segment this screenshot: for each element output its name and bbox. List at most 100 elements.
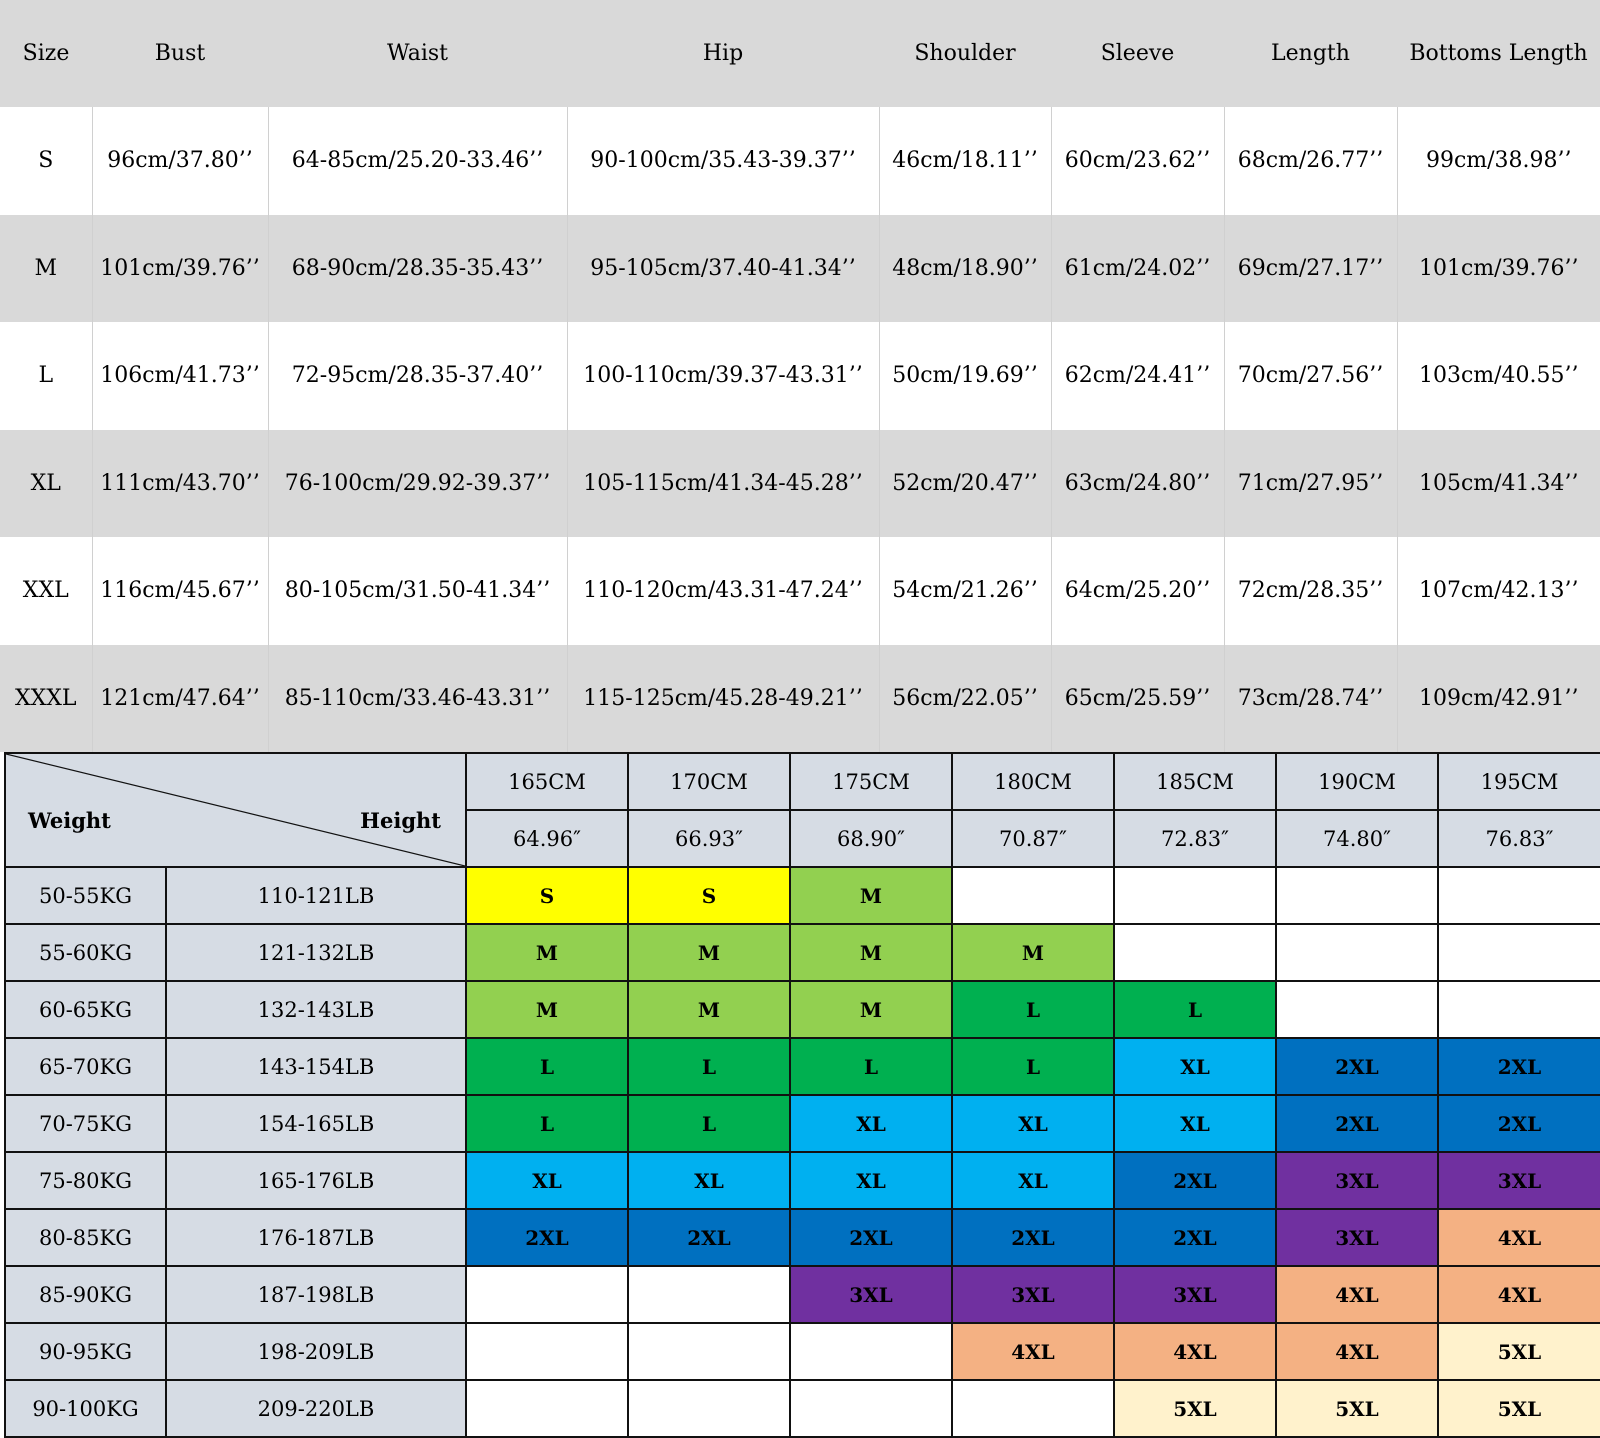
size-recommendation-cell: M (789, 923, 953, 982)
size-recommendation-cell: S (465, 866, 629, 925)
size-recommendation-cell: M (789, 980, 953, 1039)
size-recommendation-cell: 2XL (789, 1208, 953, 1267)
size-label-cell: XXL (0, 537, 92, 645)
measurement-cell: 63cm/24.80’’ (1050, 429, 1224, 537)
size-recommendation-cell (789, 1322, 953, 1381)
height-in-header: 68.90″ (789, 809, 953, 868)
size-recommendation-cell: XL (627, 1151, 791, 1210)
weight-row: 60-65KG 132-143LB M M M L L (4, 980, 1600, 1039)
size-header-waist: Waist (268, 0, 567, 107)
weight-row: 90-100KG 209-220LB 5XL 5XL 5XL (4, 1379, 1600, 1438)
measurement-cell: 115-125cm/45.28-49.21’’ (566, 644, 879, 752)
measurement-cell: 52cm/20.47’’ (878, 429, 1051, 537)
measurement-cell: 109cm/42.91’’ (1396, 644, 1600, 752)
size-recommendation-cell: XL (789, 1151, 953, 1210)
size-recommendation-cell: 5XL (1437, 1322, 1600, 1381)
measurement-cell: 103cm/40.55’’ (1396, 322, 1600, 430)
size-recommendation-cell: 5XL (1113, 1379, 1277, 1438)
measurement-cell: 72cm/28.35’’ (1223, 537, 1397, 645)
size-recommendation-cell: M (465, 923, 629, 982)
weight-kg-cell: 70-75KG (4, 1094, 167, 1153)
weight-kg-cell: 55-60KG (4, 923, 167, 982)
measurement-cell: 65cm/25.59’’ (1050, 644, 1224, 752)
weight-height-corner: Weight Height (4, 752, 467, 868)
weight-lb-cell: 121-132LB (165, 923, 467, 982)
size-recommendation-cell (627, 1265, 791, 1324)
size-recommendation-cell: L (951, 980, 1115, 1039)
size-row: S 96cm/37.80’’ 64-85cm/25.20-33.46’’ 90-100… (0, 107, 1600, 215)
weight-lb-cell: 143-154LB (165, 1037, 467, 1096)
measurement-cell: 101cm/39.76’’ (1396, 214, 1600, 322)
size-recommendation-cell: 2XL (1437, 1037, 1600, 1096)
size-header-length: Length (1224, 0, 1397, 107)
fit-chart-table: Weight Height 165CM 170CM 175CM 180CM 185CM 1… (4, 752, 1600, 1438)
height-in-header: 64.96″ (465, 809, 629, 868)
size-recommendation-cell (465, 1322, 629, 1381)
size-recommendation-cell (1437, 980, 1600, 1039)
size-row: XXXL 121cm/47.64’’ 85-110cm/33.46-43.31’’ 1… (0, 644, 1600, 752)
size-recommendation-cell (789, 1379, 953, 1438)
weight-kg-cell: 65-70KG (4, 1037, 167, 1096)
measurement-cell: 48cm/18.90’’ (878, 214, 1051, 322)
size-header-hip: Hip (567, 0, 879, 107)
weight-kg-cell: 90-95KG (4, 1322, 167, 1381)
measurement-cell: 110-120cm/43.31-47.24’’ (566, 537, 879, 645)
measurement-cell: 121cm/47.64’’ (91, 644, 268, 752)
size-recommendation-cell: XL (1113, 1037, 1277, 1096)
size-recommendation-cell: M (951, 923, 1115, 982)
size-recommendation-cell: XL (951, 1094, 1115, 1153)
weight-row: 85-90KG 187-198LB 3XL 3XL 3XL 4XL 4XL (4, 1265, 1600, 1324)
size-recommendation-cell: 5XL (1437, 1379, 1600, 1438)
measurement-cell: 70cm/27.56’’ (1223, 322, 1397, 430)
size-recommendation-cell: 2XL (1275, 1094, 1439, 1153)
size-recommendation-cell: 2XL (1275, 1037, 1439, 1096)
size-recommendation-cell: XL (951, 1151, 1115, 1210)
fit-chart-body: 50-55KG 110-121LB S S M 55-60KG 121-132LB M M M M 6… (4, 866, 1600, 1438)
height-cm-header: 185CM (1113, 752, 1277, 811)
measurement-cell: 99cm/38.98’’ (1396, 107, 1600, 215)
size-recommendation-cell: 5XL (1275, 1379, 1439, 1438)
weight-lb-cell: 154-165LB (165, 1094, 467, 1153)
size-header-bust: Bust (92, 0, 268, 107)
measurement-cell: 50cm/19.69’’ (878, 322, 1051, 430)
size-recommendation-cell: 4XL (1113, 1322, 1277, 1381)
size-recommendation-cell (627, 1379, 791, 1438)
size-recommendation-cell: 2XL (1113, 1151, 1277, 1210)
size-recommendation-cell (1113, 866, 1277, 925)
measurement-cell: 64-85cm/25.20-33.46’’ (267, 107, 567, 215)
size-header-bottoms-length: Bottoms Length (1397, 0, 1600, 107)
size-recommendation-cell (1437, 866, 1600, 925)
weight-lb-cell: 209-220LB (165, 1379, 467, 1438)
size-recommendation-cell: 2XL (627, 1208, 791, 1267)
size-recommendation-cell: XL (1113, 1094, 1277, 1153)
size-recommendation-cell (1275, 980, 1439, 1039)
weight-kg-cell: 60-65KG (4, 980, 167, 1039)
height-cm-header: 180CM (951, 752, 1115, 811)
corner-weight-label: Weight (28, 808, 111, 833)
size-recommendation-cell: 4XL (1437, 1208, 1600, 1267)
weight-row: 75-80KG 165-176LB XL XL XL XL 2XL 3XL 3XL (4, 1151, 1600, 1210)
measurement-cell: 80-105cm/31.50-41.34’’ (267, 537, 567, 645)
size-recommendation-cell (1437, 923, 1600, 982)
measurement-cell: 101cm/39.76’’ (91, 214, 268, 322)
measurement-cell: 105cm/41.34’’ (1396, 429, 1600, 537)
measurement-cell: 116cm/45.67’’ (91, 537, 268, 645)
measurement-cell: 105-115cm/41.34-45.28’’ (566, 429, 879, 537)
height-in-header: 74.80″ (1275, 809, 1439, 868)
height-cm-header: 165CM (465, 752, 629, 811)
weight-row: 80-85KG 176-187LB 2XL 2XL 2XL 2XL 2XL 3XL 4XL (4, 1208, 1600, 1267)
weight-kg-cell: 80-85KG (4, 1208, 167, 1267)
size-recommendation-cell (465, 1265, 629, 1324)
size-recommendation-cell: 4XL (951, 1322, 1115, 1381)
weight-lb-cell: 198-209LB (165, 1322, 467, 1381)
measurement-cell: 69cm/27.17’’ (1223, 214, 1397, 322)
size-recommendation-cell: M (789, 866, 953, 925)
size-recommendation-cell: XL (789, 1094, 953, 1153)
measurement-cell: 100-110cm/39.37-43.31’’ (566, 322, 879, 430)
size-recommendation-cell (951, 1379, 1115, 1438)
weight-row: 65-70KG 143-154LB L L L L XL 2XL 2XL (4, 1037, 1600, 1096)
weight-kg-cell: 50-55KG (4, 866, 167, 925)
height-in-header: 70.87″ (951, 809, 1115, 868)
weight-row: 70-75KG 154-165LB L L XL XL XL 2XL 2XL (4, 1094, 1600, 1153)
size-recommendation-cell: XL (465, 1151, 629, 1210)
